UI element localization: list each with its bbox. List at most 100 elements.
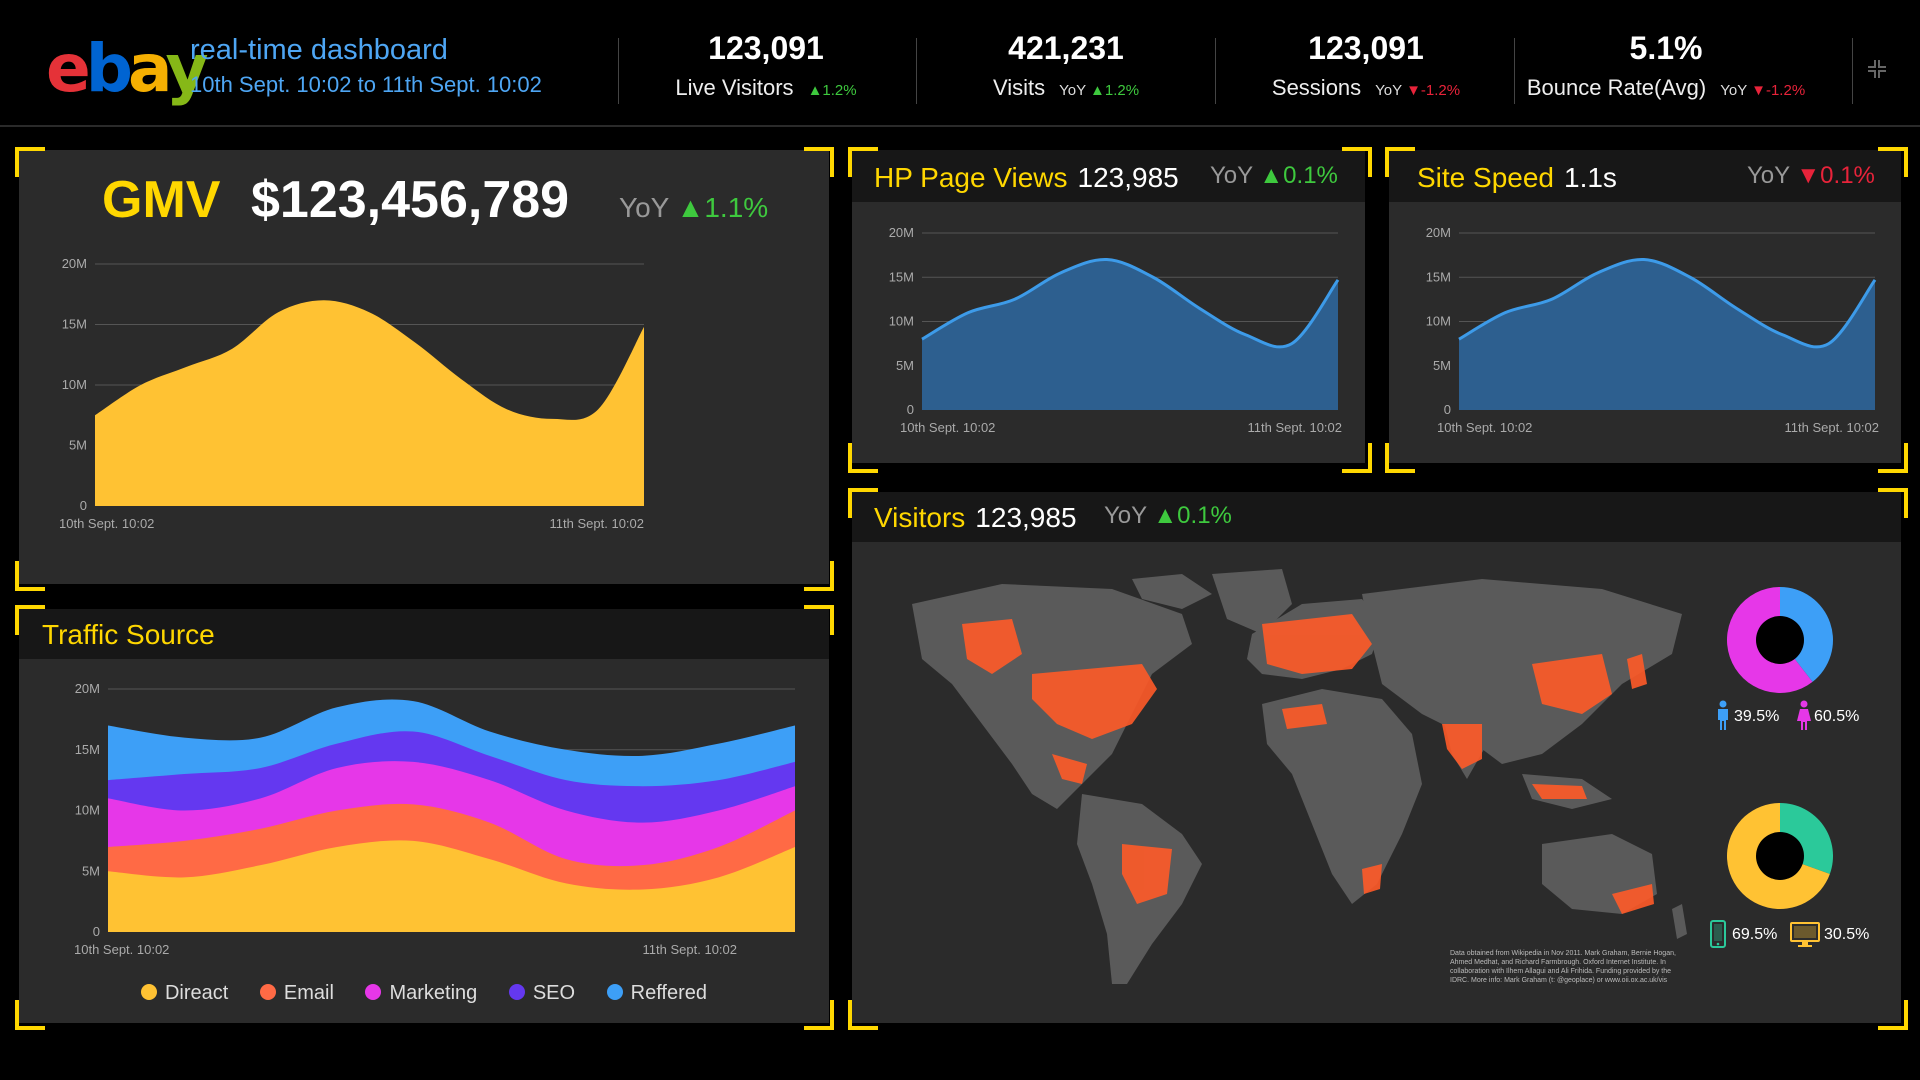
y-tick-label: 20M (62, 256, 87, 271)
stat-change: ▲1.2% (807, 82, 857, 99)
panel-corner (804, 147, 834, 177)
y-tick-label: 10M (62, 377, 87, 392)
panel-corner (15, 561, 45, 591)
stat-value: 5.1% (1629, 30, 1703, 66)
stat-label: Bounce Rate(Avg) (1526, 75, 1707, 100)
desktop-percent: 30.5% (1824, 926, 1870, 943)
gmv-panel: GMV $123,456,789 YoY ▲1.1% 0 5M 10M 15M 20M 1… (19, 150, 829, 584)
visitors-panel: Visitors 123,985 YoY ▲0.1% Data obtained… (852, 492, 1901, 1023)
traffic-chart: 0 5M 10M 15M 20M 10th Sept. 10:02 11th Sept. 1… (74, 681, 795, 957)
panel-corner (1342, 147, 1372, 177)
stat-value: 421,231 (1008, 30, 1124, 66)
stat-yoy: YoY ▼-1.2% (1720, 82, 1806, 99)
area-fill (1459, 259, 1875, 410)
header: ebay real-time dashboard 10th Sept. 10:0… (0, 0, 1920, 127)
map-credit: Data obtained from Wikipedia in Nov 2011… (1450, 950, 1676, 984)
stat-yoy: YoY ▼-1.2% (1375, 82, 1461, 99)
gender-donut-chart (1727, 587, 1833, 693)
y-tick-label: 5M (896, 358, 914, 373)
panel-corner (15, 605, 45, 635)
y-tick-label: 0 (80, 498, 87, 513)
stat-visits: 421,231 Visits YoY ▲1.2% (916, 30, 1216, 101)
panel-corner (1385, 443, 1415, 473)
logo-letter-a: a (128, 30, 170, 107)
y-tick-label: 5M (82, 863, 100, 878)
area-fill (922, 259, 1338, 410)
male-percent: 39.5% (1734, 708, 1780, 725)
y-tick-label: 10M (889, 314, 914, 329)
panel-corner (1878, 488, 1908, 518)
gmv-chart: 0 5M 10M 15M 20M 10th Sept. 10:02 11th Sept. 1… (59, 256, 644, 531)
stat-yoy: YoY ▲1.2% (1059, 82, 1140, 99)
x-tick-label: 10th Sept. 10:02 (900, 420, 995, 435)
y-tick-label: 15M (889, 269, 914, 284)
y-tick-label: 15M (62, 317, 87, 332)
y-tick-label: 0 (1444, 402, 1451, 417)
date-range: 10th Sept. 10:02 to 11th Sept. 10:02 (190, 72, 542, 97)
stat-bounce-rate: 5.1% Bounce Rate(Avg) YoY ▼-1.2% (1516, 30, 1816, 101)
panel-corner (1878, 1000, 1908, 1030)
hp-page-views-panel: HP Page Views 123,985 YoY ▲0.1% 0 5M 10M 15M… (852, 150, 1365, 463)
panel-corner (804, 1000, 834, 1030)
desktop-icon (1790, 922, 1820, 953)
logo-letter-b: b (85, 30, 133, 107)
x-tick-label: 11th Sept. 10:02 (550, 516, 644, 531)
panel-corner (804, 605, 834, 635)
dashboard-title: real-time dashboard (190, 34, 448, 66)
donut-hole (1756, 616, 1804, 664)
divider (1514, 38, 1515, 104)
panel-corner (15, 1000, 45, 1030)
y-tick-label: 0 (93, 924, 100, 939)
x-tick-label: 10th Sept. 10:02 (74, 942, 169, 957)
legend-item-marketing[interactable]: Marketing (365, 982, 477, 1005)
panel-corner (1878, 443, 1908, 473)
site-speed-panel: Site Speed 1.1s YoY ▼0.1% 0 5M 10M 15M 20M 10t… (1389, 150, 1901, 463)
area-fill (95, 300, 644, 506)
panel-corner (1342, 443, 1372, 473)
panel-corner (1878, 147, 1908, 177)
stat-live-visitors: 123,091 Live Visitors ▲1.2% (616, 30, 916, 101)
y-tick-label: 20M (889, 225, 914, 240)
y-tick-label: 20M (75, 681, 100, 696)
panel-corner (1385, 147, 1415, 177)
legend-item-email[interactable]: Email (259, 982, 334, 1005)
speed-chart: 0 5M 10M 15M 20M 10th Sept. 10:02 11th Sept. 1… (1426, 225, 1879, 435)
mobile-icon (1710, 920, 1726, 953)
panel-corner (848, 488, 878, 518)
stat-label: Sessions (1271, 75, 1362, 100)
y-tick-label: 10M (1426, 314, 1451, 329)
panel-corner (15, 147, 45, 177)
y-tick-label: 5M (69, 438, 87, 453)
panel-corner (848, 443, 878, 473)
logo-letter-e: e (46, 30, 91, 107)
visitors-yoy: YoY ▲0.1% (1104, 502, 1232, 529)
female-icon (1796, 700, 1812, 735)
legend-item-direct[interactable]: Direact (140, 982, 228, 1005)
panel-corner (848, 147, 878, 177)
stat-label: Visits (992, 75, 1046, 100)
stat-label: Live Visitors (675, 75, 794, 100)
legend-item-seo[interactable]: SEO (508, 982, 575, 1005)
y-tick-label: 20M (1426, 225, 1451, 240)
ebay-logo[interactable]: ebay (46, 36, 209, 102)
x-tick-label: 11th Sept. 10:02 (643, 942, 737, 957)
male-icon (1716, 700, 1730, 735)
stat-value: 123,091 (708, 30, 824, 66)
female-percent: 60.5% (1814, 708, 1860, 725)
x-tick-label: 11th Sept. 10:02 (1248, 420, 1342, 435)
traffic-source-panel: Traffic Source 0 5M 10M 15M 20M 10th Sept. 10… (19, 609, 829, 1023)
donut-hole (1756, 832, 1804, 880)
stat-sessions: 123,091 Sessions YoY ▼-1.2% (1216, 30, 1516, 101)
x-tick-label: 10th Sept. 10:02 (59, 516, 154, 531)
panel-corner (804, 561, 834, 591)
traffic-legend: Direact Email Marketing SEO Reffered (19, 982, 829, 1005)
legend-item-referred[interactable]: Reffered (606, 982, 707, 1005)
device-donut-chart (1727, 803, 1833, 909)
y-tick-label: 10M (75, 803, 100, 818)
visitors-title: Visitors 123,985 (874, 502, 1077, 533)
stat-value: 123,091 (1308, 30, 1424, 66)
y-tick-label: 5M (1433, 358, 1451, 373)
collapse-icon[interactable] (1866, 58, 1888, 80)
y-tick-label: 15M (75, 742, 100, 757)
world-map[interactable] (882, 564, 1702, 1004)
